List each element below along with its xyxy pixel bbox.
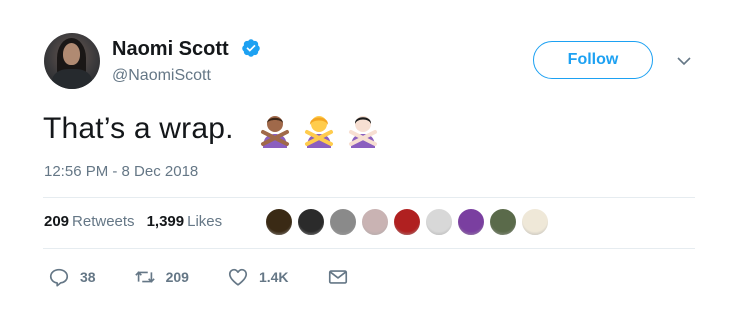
liker-avatar[interactable] [489, 208, 517, 236]
liker-avatar[interactable] [265, 208, 293, 236]
user-name[interactable]: Naomi Scott [112, 37, 229, 61]
tweet-actions: 38 209 1.4K [48, 266, 387, 288]
likes-count: 1,399 [146, 213, 185, 230]
liker-avatar[interactable] [297, 208, 325, 236]
likes-stat[interactable]: 1,399 Likes [147, 212, 223, 232]
divider [43, 248, 695, 249]
retweet-icon [134, 271, 155, 283]
liker-avatar[interactable] [393, 208, 421, 236]
engagement-stats: 209 Retweets 1,399 Likes [44, 212, 222, 232]
chevron-down-icon[interactable] [676, 55, 692, 67]
like-button[interactable]: 1.4K [227, 266, 289, 288]
tweet-card: Naomi Scott @NaomiScott Follow That’s a … [0, 0, 738, 320]
avatar-body [52, 69, 92, 89]
divider [43, 197, 695, 198]
retweet-count: 209 [165, 269, 189, 285]
likes-label: Likes [187, 213, 223, 230]
person-gesturing-no-medium-dark-icon [261, 116, 289, 148]
retweet-button[interactable]: 209 [134, 266, 189, 288]
retweets-stat[interactable]: 209 Retweets [44, 212, 135, 232]
retweets-count: 209 [44, 213, 70, 230]
like-count: 1.4K [258, 269, 289, 285]
envelope-icon [328, 270, 347, 284]
verified-badge-icon [242, 39, 260, 57]
person-gesturing-no-yellow-icon [305, 116, 333, 148]
liker-avatar[interactable] [361, 208, 389, 236]
heart-icon [228, 268, 248, 286]
reply-button[interactable]: 38 [48, 266, 96, 288]
tweet-emojis [257, 110, 381, 148]
tweet-text: That’s a wrap. [43, 112, 234, 145]
follow-button[interactable]: Follow [533, 41, 653, 79]
tweet-timestamp[interactable]: 12:56 PM - 8 Dec 2018 [44, 162, 198, 182]
user-handle[interactable]: @NaomiScott [112, 66, 211, 86]
avatar-face [63, 43, 80, 65]
person-gesturing-no-light-icon [349, 116, 377, 148]
reply-icon [49, 268, 69, 287]
liker-avatar[interactable] [521, 208, 549, 236]
liker-avatar[interactable] [425, 208, 453, 236]
liker-avatar[interactable] [457, 208, 485, 236]
liker-avatar[interactable] [329, 208, 357, 236]
liker-avatars [265, 208, 549, 238]
direct-message-button[interactable] [327, 266, 349, 288]
retweets-label: Retweets [72, 213, 135, 230]
reply-count: 38 [80, 269, 96, 285]
avatar[interactable] [44, 33, 100, 89]
